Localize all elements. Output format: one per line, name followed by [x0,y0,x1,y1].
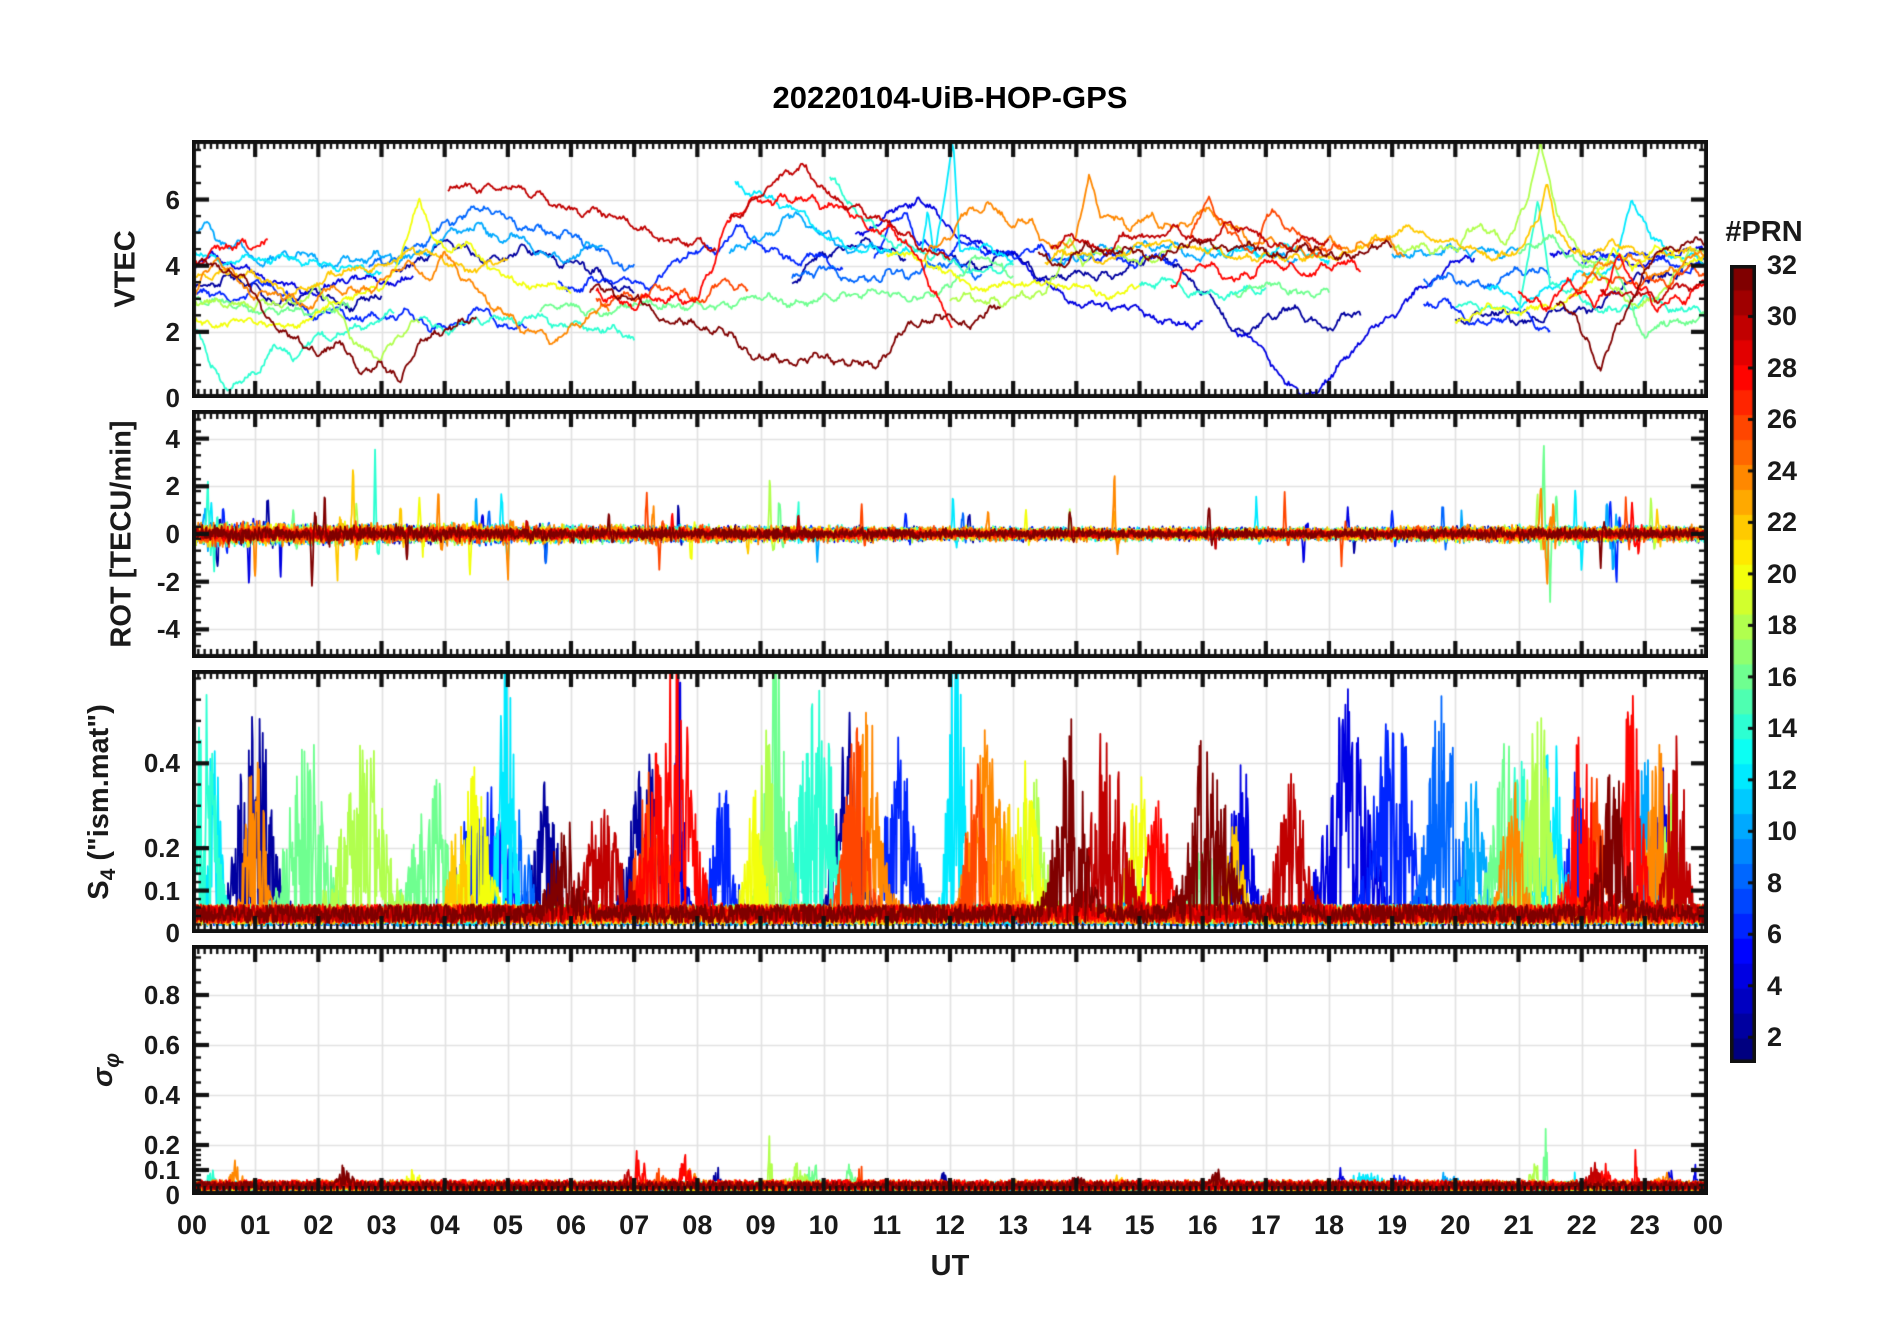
rot-y-tick-label: -4 [156,614,180,645]
s4-y-tick-label: 0.1 [143,875,180,906]
rot-y-tick-label: 0 [165,519,180,549]
colorbar-tick-label: 16 [1767,661,1798,692]
x-tick-label: 07 [619,1210,650,1240]
x-tick-label: 12 [934,1210,966,1240]
colorbar-tick-label: 22 [1767,507,1798,538]
s4-plot-canvas [192,670,1708,933]
x-tick-label: 08 [682,1210,713,1240]
vtec-y-tick-label: 0 [165,383,180,413]
colorbar-tick-label: 12 [1767,764,1798,795]
x-tick-label: 20 [1440,1210,1471,1240]
s4-y-tick-label: 0.2 [143,833,180,864]
gps-ionosphere-figure: 20220104-UiB-HOP-GPS VTEC 0 2 4 6 ROT [TECU/m… [0,0,1902,1330]
x-tick-label: 02 [303,1210,334,1240]
colorbar-tick-label: 10 [1767,816,1798,847]
colorbar-tick-label: 18 [1767,610,1798,641]
x-tick-label: 17 [1250,1210,1281,1240]
x-tick-label: 06 [555,1210,587,1240]
x-tick-label: 22 [1566,1210,1597,1240]
s4-y-tick-label: 0.4 [143,748,180,779]
prn-colorbar [1730,265,1756,1063]
s4-y-tick-label: 0 [165,918,180,948]
x-tick-label: 01 [240,1210,271,1240]
x-tick-label: 14 [1061,1210,1092,1240]
colorbar-tick-label: 4 [1767,970,1783,1001]
vtec-y-tick-label: 2 [165,316,180,347]
x-tick-label: 21 [1503,1210,1534,1240]
x-tick-label: 00 [176,1210,208,1240]
x-tick-label: 10 [808,1210,839,1240]
x-tick-label: 11 [872,1210,902,1240]
colorbar-tick-label: 32 [1767,250,1798,280]
x-tick-label: 15 [1124,1210,1155,1240]
vtec-y-tick-label: 6 [165,184,180,215]
vtec-y-tick-label: 4 [165,250,180,281]
colorbar-tick-label: 6 [1767,919,1783,950]
x-axis-label: UT [930,1250,970,1282]
colorbar-tick-label: 8 [1767,867,1783,898]
rot-y-tick-label: -2 [156,566,180,597]
x-tick-label: 09 [745,1210,776,1240]
x-tick-label: 23 [1629,1210,1660,1240]
x-tick-label: 04 [429,1210,460,1240]
colorbar-tick-label: 30 [1767,301,1798,332]
sigma-y-tick-label: 0.2 [143,1130,180,1160]
x-tick-label: 18 [1313,1210,1345,1240]
rot-plot-canvas [192,410,1708,658]
colorbar-tick-label: 26 [1767,404,1798,435]
chart-title: 20220104-UiB-HOP-GPS [772,80,1128,115]
x-tick-label: 13 [998,1210,1029,1240]
x-tick-label: 19 [1377,1210,1408,1240]
sigma-y-tick-label: 0.8 [143,980,180,1010]
x-tick-label: 16 [1187,1210,1218,1240]
x-tick-label: 05 [492,1210,523,1240]
sigma-plot-canvas [192,945,1708,1195]
x-tick-label: 00 [1692,1210,1724,1240]
colorbar-tick-label: 14 [1767,713,1798,744]
sigma-y-tick-label: 0.6 [143,1030,180,1060]
sigma-y-tick-label: 0.1 [143,1155,180,1185]
colorbar-tick-label: 24 [1767,455,1798,486]
colorbar-tick-label: 28 [1767,352,1798,383]
rot-y-tick-label: 2 [165,471,180,502]
vtec-plot-canvas [192,140,1708,398]
colorbar-tick-label: 20 [1767,558,1798,589]
s4-y-axis-label: S4 ("ism.mat") [83,704,121,900]
sigma-y-tick-label: 0 [165,1180,180,1210]
colorbar-tick-label: 2 [1767,1022,1783,1053]
sigma-y-tick-label: 0.4 [143,1080,180,1110]
rot-y-tick-label: 4 [165,423,180,454]
x-tick-label: 03 [366,1210,397,1240]
colorbar-title: #PRN [1725,216,1803,248]
